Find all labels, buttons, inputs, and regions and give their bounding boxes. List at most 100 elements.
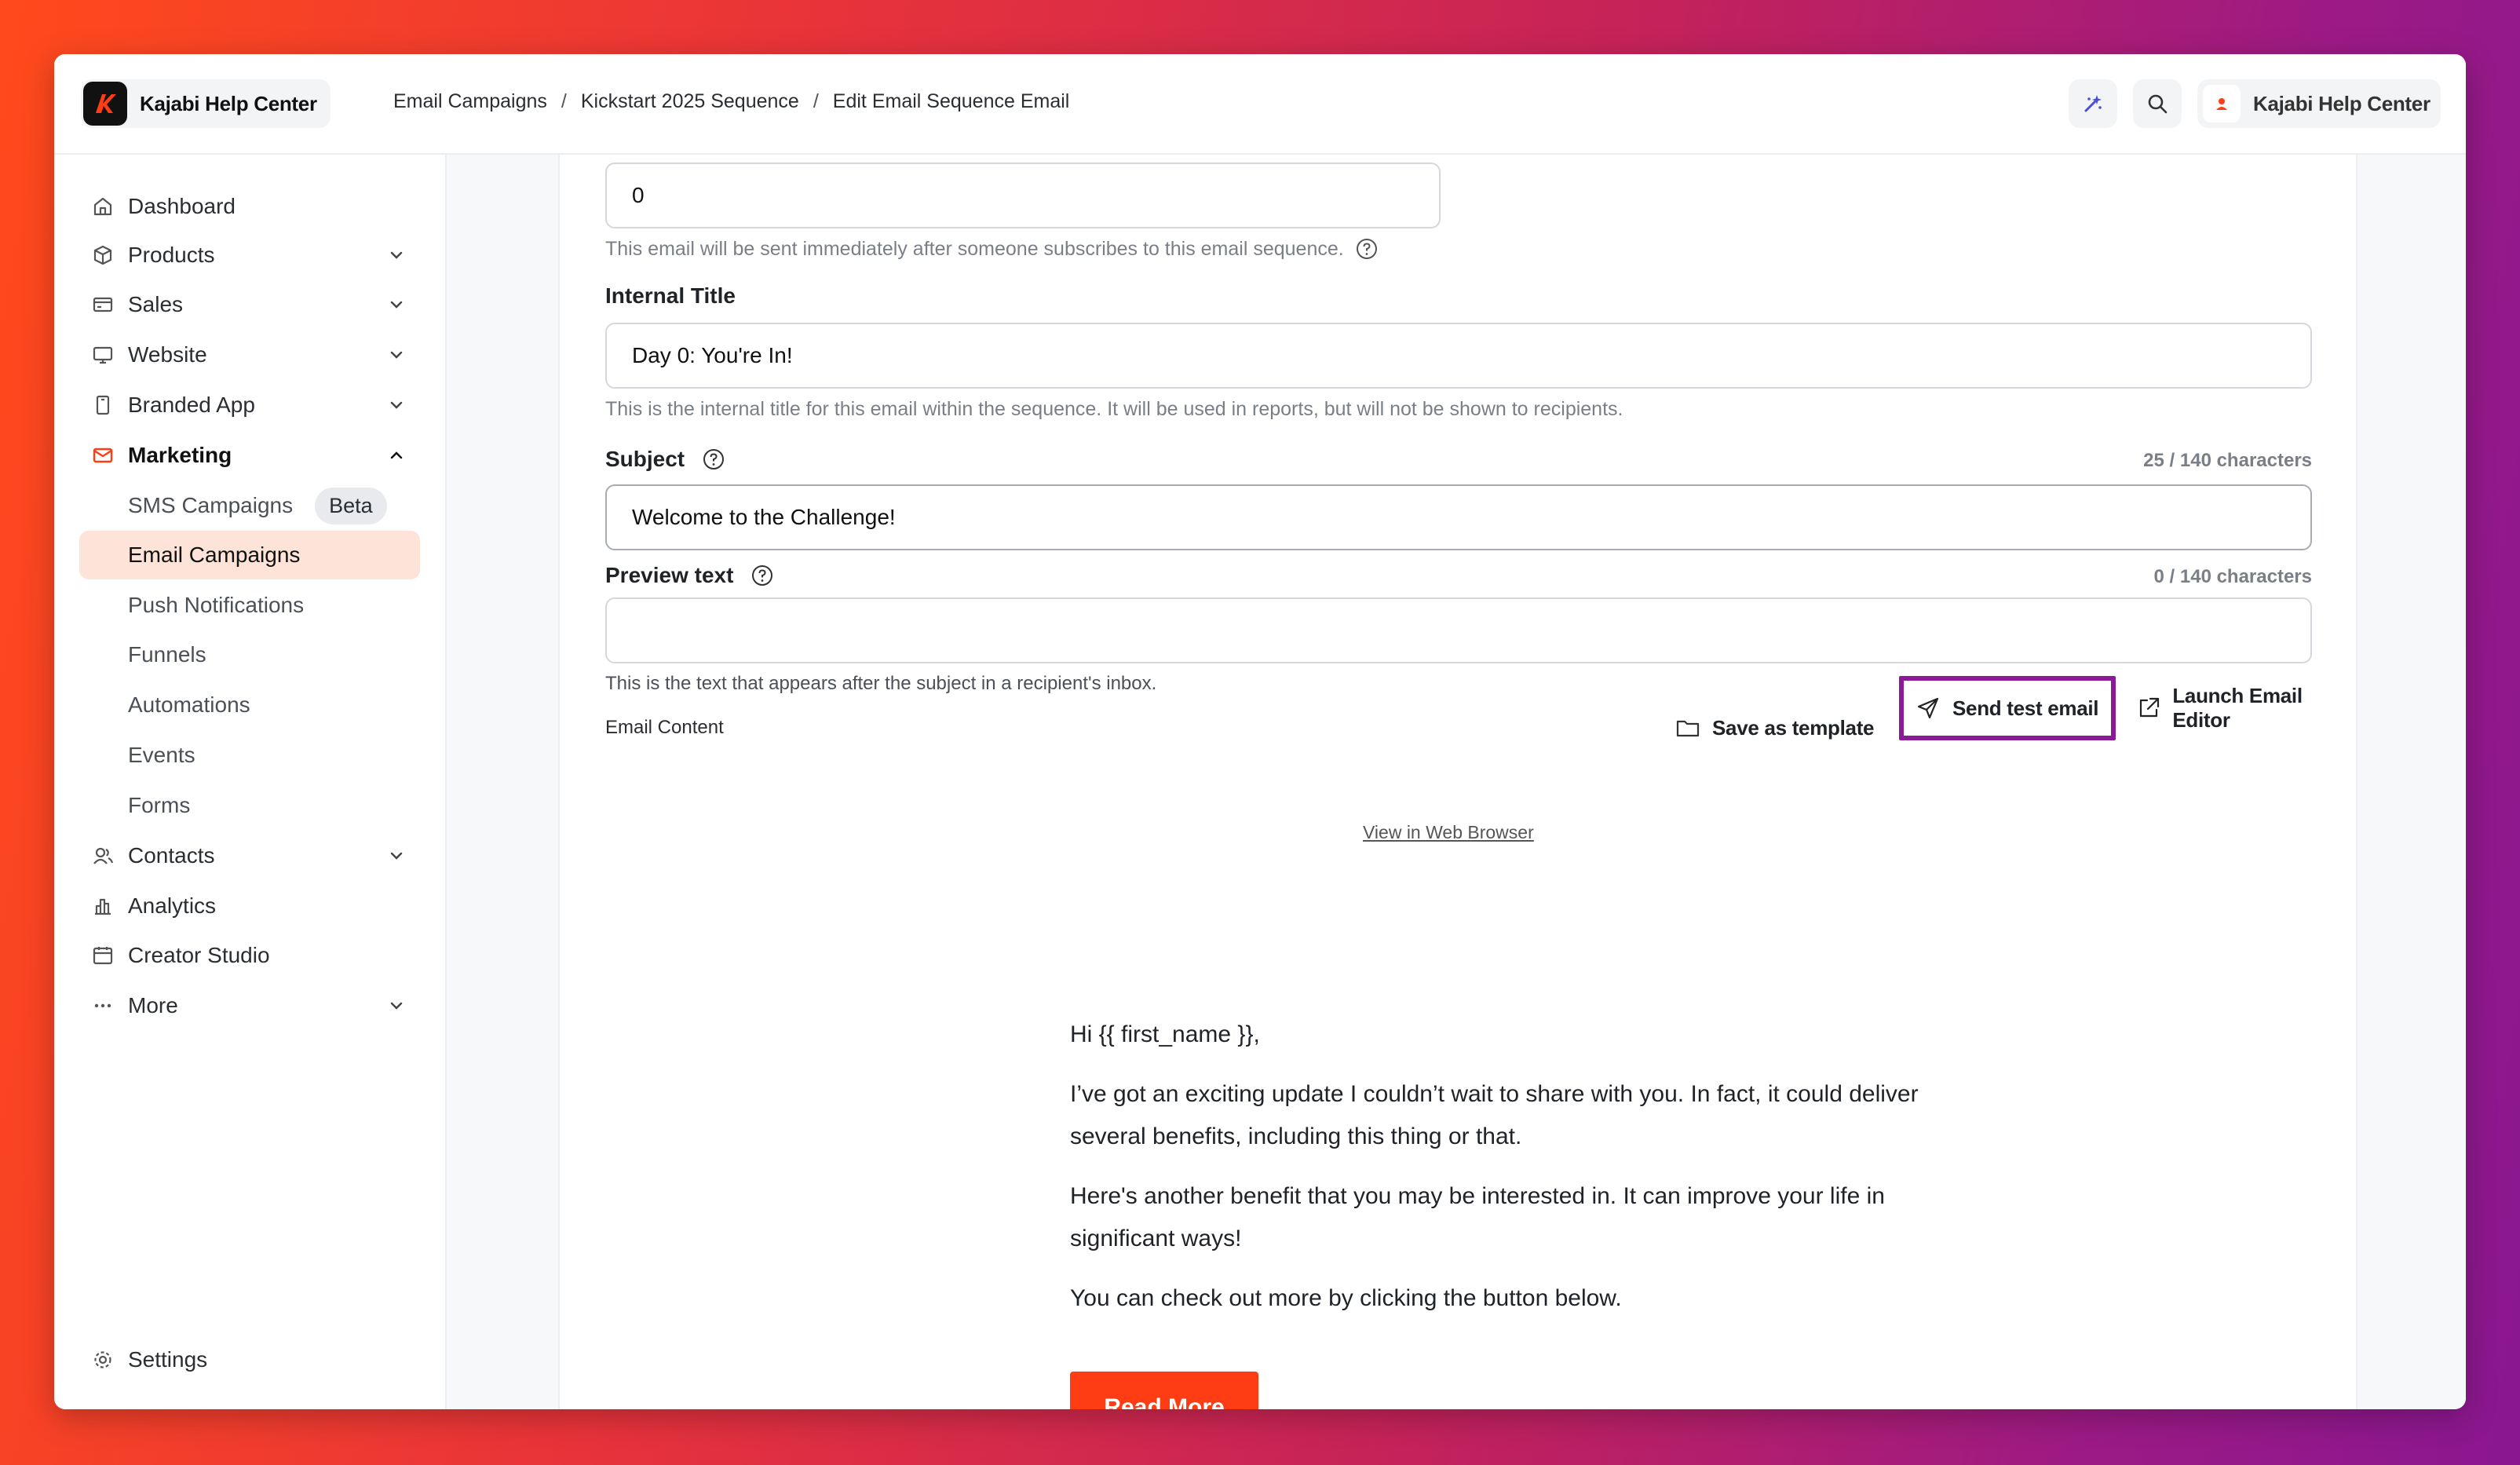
delay-days-input[interactable]: 0 bbox=[605, 163, 1441, 228]
delay-help-text: This email will be sent immediately afte… bbox=[605, 235, 1379, 263]
sidebar-item-more[interactable]: More bbox=[79, 981, 420, 1030]
ellipsis-icon bbox=[90, 993, 115, 1018]
sidebar: Dashboard Products Sales Website Branded… bbox=[54, 155, 447, 1409]
delay-days-value: 0 bbox=[632, 183, 645, 207]
sidebar-item-settings[interactable]: Settings bbox=[79, 1335, 420, 1384]
email-paragraph-2: Here's another benefit that you may be i… bbox=[1070, 1183, 1885, 1251]
preview-text-input[interactable] bbox=[605, 597, 2312, 663]
phone-icon bbox=[90, 393, 115, 418]
sidebar-item-label: Products bbox=[128, 243, 215, 267]
sidebar-item-funnels[interactable]: Funnels bbox=[79, 630, 420, 679]
internal-title-label: Internal Title bbox=[605, 283, 736, 308]
question-circle-icon[interactable] bbox=[751, 564, 774, 587]
external-link-icon bbox=[2136, 695, 2161, 722]
sidebar-item-label: SMS Campaigns bbox=[128, 493, 294, 517]
sidebar-item-label: Settings bbox=[128, 1347, 208, 1372]
sidebar-item-analytics[interactable]: Analytics bbox=[79, 882, 420, 930]
sidebar-item-branded-app[interactable]: Branded App bbox=[79, 381, 420, 429]
search-icon bbox=[2148, 94, 2168, 114]
email-paragraph-3: You can check out more by clicking the b… bbox=[1070, 1285, 1622, 1311]
internal-title-value: Day 0: You're In! bbox=[632, 343, 793, 367]
preview-text-char-counter: 0 / 140 characters bbox=[2153, 566, 2312, 587]
sidebar-item-label: Forms bbox=[128, 793, 191, 817]
subject-label-row: Subject bbox=[605, 442, 725, 477]
folder-icon bbox=[1675, 714, 1701, 741]
sidebar-item-label: Contacts bbox=[128, 843, 215, 868]
brand-switcher[interactable]: Kajabi Help Center bbox=[81, 79, 331, 128]
sidebar-item-label: Creator Studio bbox=[128, 943, 270, 967]
view-in-web-browser-link[interactable]: View in Web Browser bbox=[1363, 822, 1534, 843]
chevron-down-icon bbox=[384, 243, 409, 268]
email-greeting: Hi {{ first_name }}, bbox=[1070, 1021, 1260, 1047]
email-preview-body: Hi {{ first_name }}, I’ve got an excitin… bbox=[1070, 1014, 1957, 1337]
account-menu[interactable]: Kajabi Help Center bbox=[2197, 79, 2441, 128]
preview-text-help-text: This is the text that appears after the … bbox=[605, 673, 1157, 694]
users-icon bbox=[90, 843, 115, 868]
bar-chart-icon bbox=[90, 893, 115, 919]
breadcrumb-sequence[interactable]: Kickstart 2025 Sequence bbox=[581, 90, 799, 113]
ai-assistant-button[interactable] bbox=[2069, 79, 2117, 128]
search-button[interactable] bbox=[2133, 79, 2182, 128]
subject-input[interactable]: Welcome to the Challenge! bbox=[605, 484, 2312, 550]
avatar bbox=[2203, 85, 2241, 122]
user-icon bbox=[2216, 98, 2227, 110]
sidebar-item-label: Analytics bbox=[128, 893, 217, 918]
chevron-down-icon bbox=[384, 342, 409, 367]
breadcrumb: Email Campaigns / Kickstart 2025 Sequenc… bbox=[393, 90, 1069, 113]
preview-text-label: Preview text bbox=[605, 563, 734, 587]
paper-plane-icon bbox=[1915, 695, 1941, 722]
chevron-up-icon bbox=[384, 443, 409, 468]
delay-help-label: This email will be sent immediately afte… bbox=[605, 237, 1344, 260]
subject-value: Welcome to the Challenge! bbox=[632, 505, 896, 529]
breadcrumb-email-campaigns[interactable]: Email Campaigns bbox=[393, 90, 547, 113]
sidebar-item-label: Marketing bbox=[128, 443, 232, 467]
kajabi-logo-icon bbox=[83, 82, 127, 126]
sidebar-item-label: Events bbox=[128, 743, 195, 767]
send-test-email-button[interactable]: Send test email bbox=[1915, 691, 2099, 725]
launch-email-editor-label: Launch Email Editor bbox=[2172, 684, 2303, 732]
sidebar-item-events[interactable]: Events bbox=[79, 731, 420, 780]
sidebar-item-email-campaigns[interactable]: Email Campaigns bbox=[79, 531, 420, 579]
credit-card-icon bbox=[90, 292, 115, 317]
subject-char-counter: 25 / 140 characters bbox=[2143, 450, 2312, 471]
sidebar-item-label: Funnels bbox=[128, 642, 206, 667]
top-right-actions: Kajabi Help Center bbox=[2069, 79, 2441, 128]
launch-email-editor-button[interactable]: Launch Email Editor bbox=[2136, 684, 2356, 732]
sidebar-item-website[interactable]: Website bbox=[79, 331, 420, 379]
sidebar-item-automations[interactable]: Automations bbox=[79, 681, 420, 729]
sidebar-item-contacts[interactable]: Contacts bbox=[79, 831, 420, 880]
beta-badge: Beta bbox=[315, 487, 387, 524]
chevron-down-icon bbox=[384, 843, 409, 868]
sidebar-item-label: Push Notifications bbox=[128, 593, 305, 617]
question-circle-icon[interactable] bbox=[1355, 237, 1379, 261]
sidebar-item-label: Automations bbox=[128, 692, 250, 717]
save-as-template-label: Save as template bbox=[1712, 715, 1875, 740]
send-test-email-label: Send test email bbox=[1952, 696, 2099, 720]
internal-title-help-text: This is the internal title for this emai… bbox=[605, 397, 1623, 420]
sidebar-item-dashboard[interactable]: Dashboard bbox=[79, 182, 420, 231]
breadcrumb-separator: / bbox=[561, 90, 567, 112]
question-circle-icon[interactable] bbox=[702, 448, 725, 471]
sparkle-icon bbox=[2084, 95, 2102, 112]
calendar-icon bbox=[90, 943, 115, 968]
sidebar-item-sms-campaigns[interactable]: SMS Campaigns Beta bbox=[79, 481, 420, 530]
read-more-button[interactable]: Read More bbox=[1070, 1372, 1258, 1409]
monitor-icon bbox=[90, 342, 115, 367]
sidebar-item-products[interactable]: Products bbox=[79, 231, 420, 279]
top-bar: Kajabi Help Center Email Campaigns / Kic… bbox=[54, 54, 2466, 155]
sidebar-item-forms[interactable]: Forms bbox=[79, 781, 420, 830]
save-as-template-button[interactable]: Save as template bbox=[1675, 711, 1875, 745]
email-paragraph-1: I’ve got an exciting update I couldn’t w… bbox=[1070, 1081, 1919, 1149]
subject-label: Subject bbox=[605, 447, 685, 471]
chevron-down-icon bbox=[384, 993, 409, 1018]
app-window: Kajabi Help Center Email Campaigns / Kic… bbox=[54, 54, 2466, 1409]
internal-title-input[interactable]: Day 0: You're In! bbox=[605, 323, 2312, 389]
sidebar-item-sales[interactable]: Sales bbox=[79, 280, 420, 329]
breadcrumb-separator: / bbox=[813, 90, 819, 112]
sidebar-item-label: Email Campaigns bbox=[128, 543, 301, 567]
sidebar-item-marketing[interactable]: Marketing bbox=[79, 431, 420, 480]
chevron-down-icon bbox=[384, 292, 409, 317]
sidebar-item-push-notifications[interactable]: Push Notifications bbox=[79, 581, 420, 630]
mail-icon bbox=[90, 443, 115, 468]
sidebar-item-creator-studio[interactable]: Creator Studio bbox=[79, 931, 420, 980]
